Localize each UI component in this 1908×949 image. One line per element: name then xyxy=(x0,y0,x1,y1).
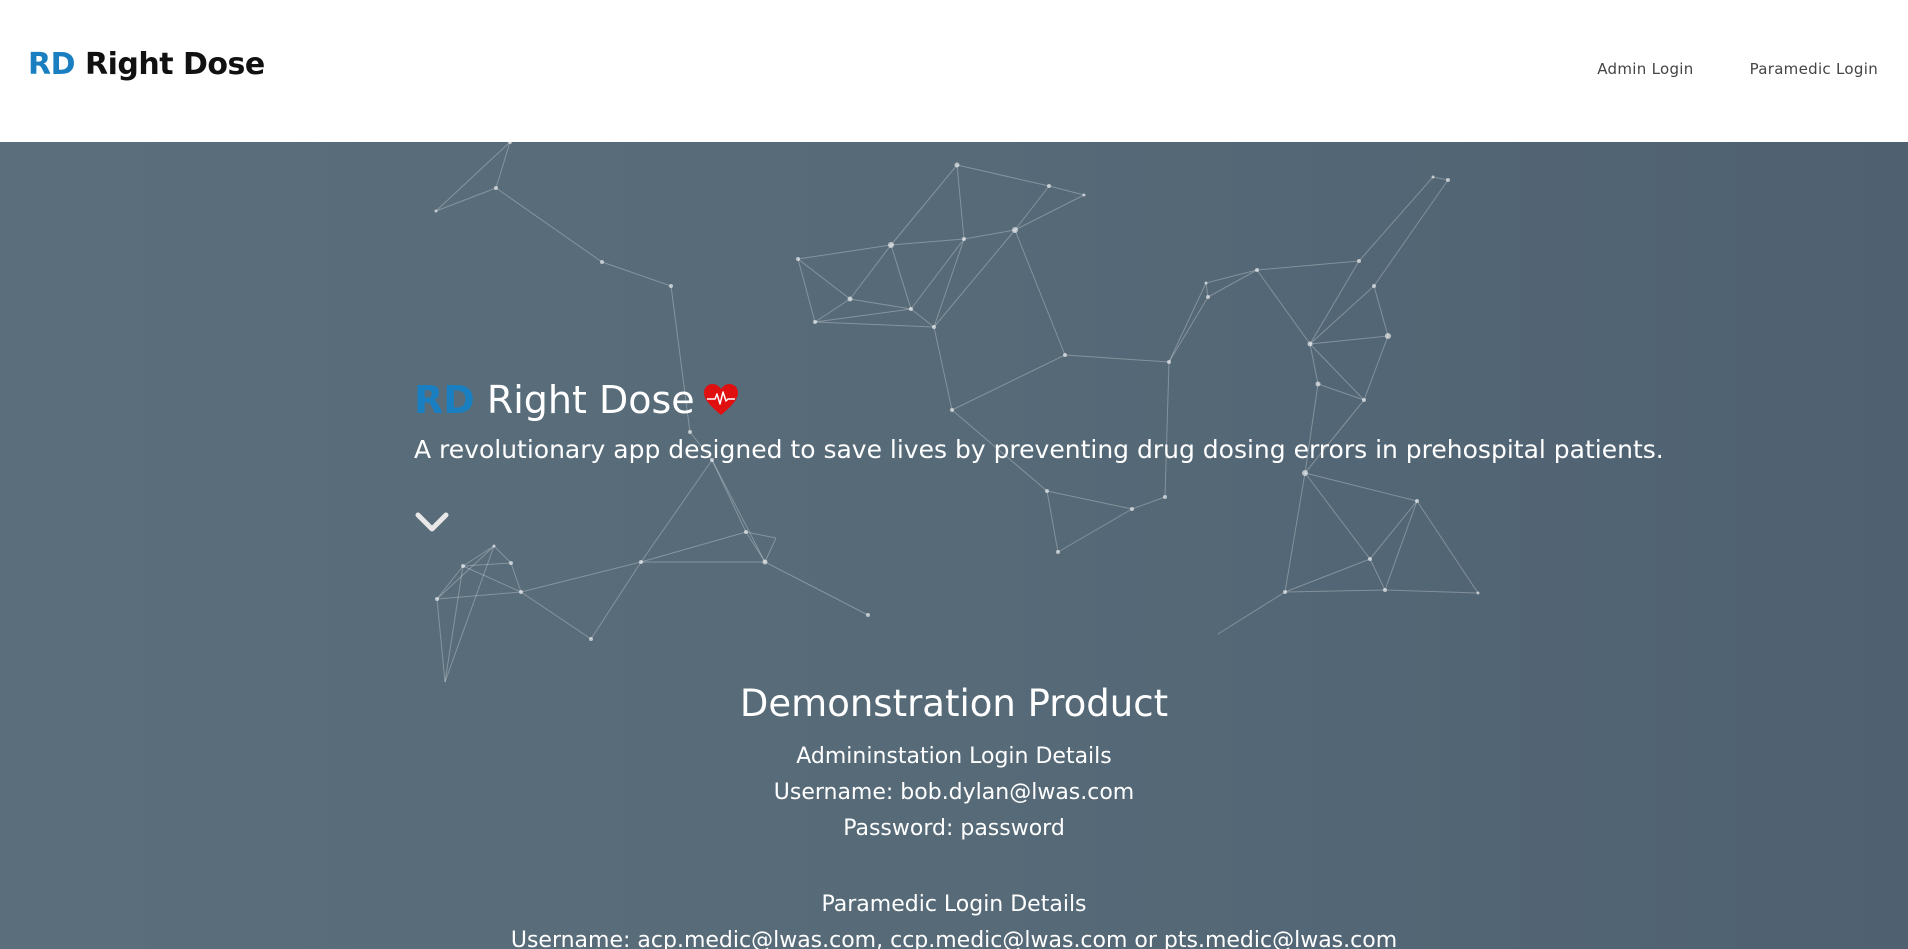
brand-name: Right Dose xyxy=(85,47,265,82)
demo-details: Demonstration Product Admininstation Log… xyxy=(0,682,1908,949)
hero-title-name: Right Dose xyxy=(486,378,695,422)
top-navbar: RD Right Dose Admin Login Paramedic Login xyxy=(0,0,1908,142)
chevron-down-icon[interactable] xyxy=(412,507,452,539)
admin-password: Password: password xyxy=(843,816,1065,841)
hero-title-rd: RD xyxy=(414,378,475,422)
main-nav: Admin Login Paramedic Login xyxy=(1597,60,1878,78)
paramedic-login-heading: Paramedic Login Details xyxy=(821,892,1087,917)
admin-login-link[interactable]: Admin Login xyxy=(1597,60,1693,78)
paramedic-username: Username: acp.medic@lwas.com, ccp.medic@… xyxy=(510,928,1398,949)
hero-title: RD Right Dose xyxy=(414,378,739,422)
demo-heading: Demonstration Product xyxy=(739,682,1169,725)
brand-logo[interactable]: RD Right Dose xyxy=(28,47,265,82)
hero-subtitle: A revolutionary app designed to save liv… xyxy=(414,435,1664,464)
heart-pulse-icon xyxy=(703,384,738,415)
paramedic-login-link[interactable]: Paramedic Login xyxy=(1750,60,1878,78)
admin-username: Username: bob.dylan@lwas.com xyxy=(773,780,1135,805)
admin-login-heading: Admininstation Login Details xyxy=(796,744,1112,769)
hero-section: RD Right Dose A revolutionary app design… xyxy=(0,142,1908,949)
brand-rd: RD xyxy=(28,47,76,82)
